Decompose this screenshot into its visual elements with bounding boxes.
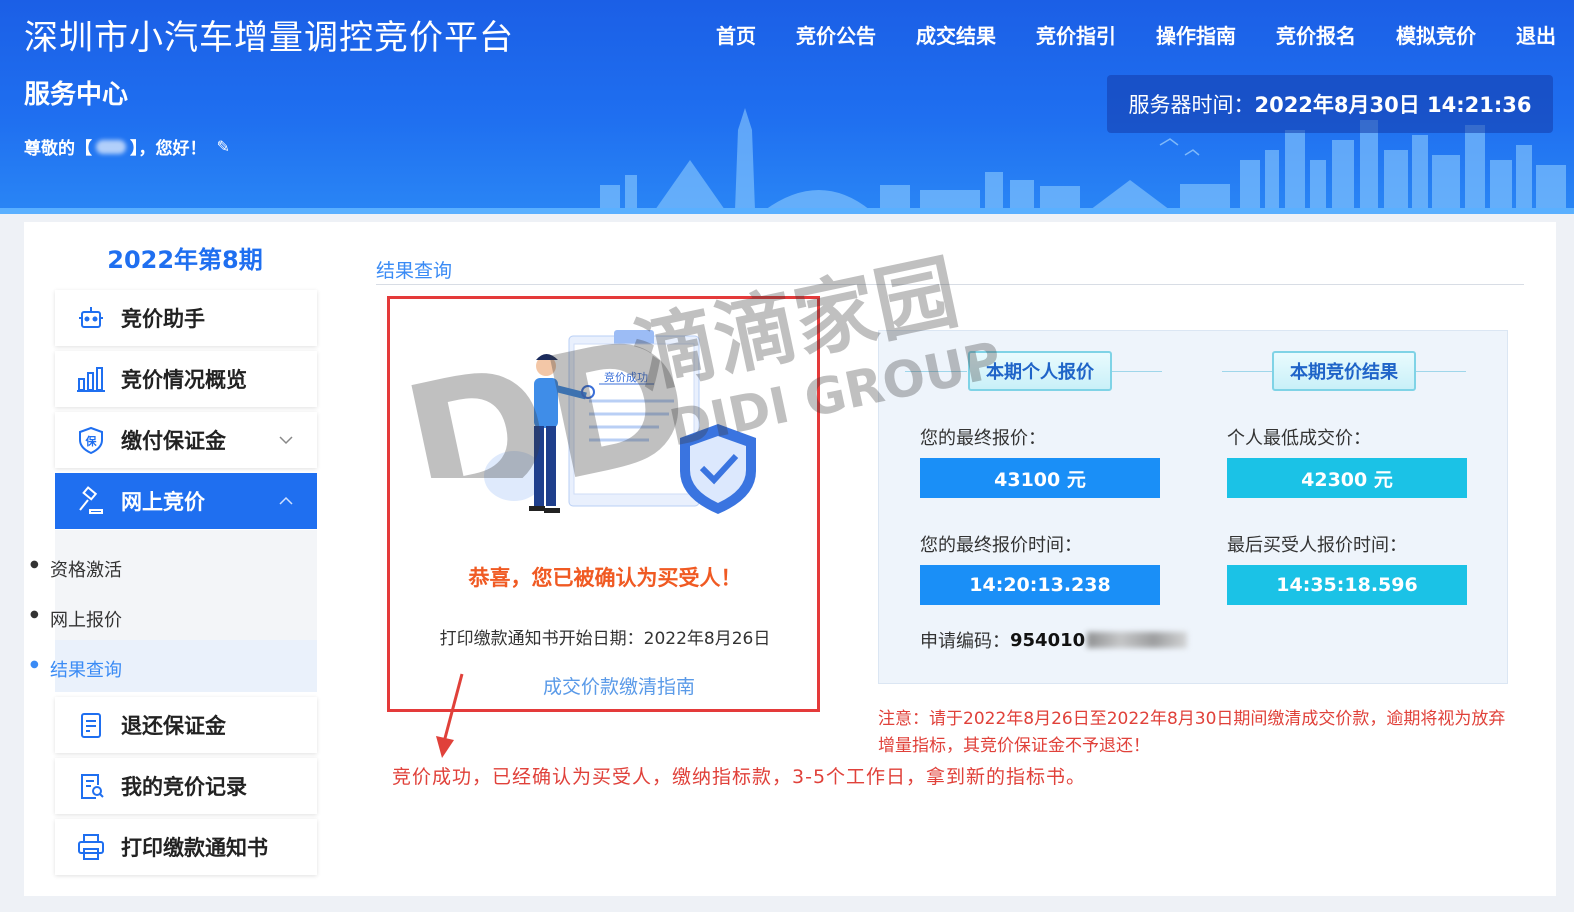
nav-bid-guide[interactable]: 竞价指引: [1036, 20, 1116, 49]
document-return-icon: [75, 709, 107, 741]
illustration-label: 竞价成功: [604, 370, 648, 384]
final-bid-time-value: 14:20:13.238: [920, 565, 1160, 605]
service-center-title: 服务中心: [24, 80, 129, 110]
application-code-label: 申请编码：: [920, 631, 1010, 652]
print-notice-start-date: 打印缴款通知书开始日期：2022年8月26日: [439, 629, 771, 649]
tag-line-left-2: [1222, 371, 1272, 372]
sidebar-item-online-bid[interactable]: 网上竞价: [55, 473, 317, 529]
submenu-item-result-query[interactable]: 结果查询: [30, 656, 122, 682]
sidebar-label: 缴付保证金: [121, 429, 226, 453]
site-title: 深圳市小汽车增量调控竞价平台: [24, 18, 514, 58]
sidebar-item-bid-assistant[interactable]: 竞价助手: [55, 290, 317, 346]
tag-line-right-1: [1112, 371, 1162, 372]
bid-result-tag: 本期竞价结果: [1272, 351, 1416, 391]
sidebar-item-my-bid-records[interactable]: 我的竞价记录: [55, 758, 317, 814]
chevron-up-icon[interactable]: [277, 491, 295, 515]
personal-bid-tag: 本期个人报价: [968, 351, 1112, 391]
header-banner: 深圳市小汽车增量调控竞价平台 服务中心 尊敬的【 】，您好！ ✎ 首页 竞价公告…: [0, 0, 1574, 214]
last-buyer-time-value: 14:35:18.596: [1227, 565, 1467, 605]
sidebar-label: 退还保证金: [121, 714, 226, 738]
min-deal-price-label: 个人最低成交价：: [1227, 428, 1371, 449]
final-bid-value: 43100 元: [920, 458, 1160, 498]
printer-icon: [75, 831, 107, 863]
bar-chart-icon: [75, 363, 107, 395]
sidebar-label: 我的竞价记录: [121, 775, 247, 799]
application-code-value: 954010: [1010, 629, 1086, 651]
min-deal-price-value: 42300 元: [1227, 458, 1467, 498]
sidebar-item-print-payment-notice[interactable]: 打印缴款通知书: [55, 819, 317, 875]
edit-icon[interactable]: ✎: [217, 137, 230, 156]
sidebar-label: 竞价情况概览: [121, 368, 247, 392]
final-bid-time-label: 您的最终报价时间：: [920, 535, 1082, 556]
nav-simulated-bid[interactable]: 模拟竞价: [1396, 20, 1476, 49]
tag-line-left-1: [905, 371, 967, 372]
svg-text:保: 保: [85, 434, 98, 448]
header-bottom-line: [0, 208, 1574, 214]
blurred-code-digits: [1087, 632, 1188, 648]
payment-deadline-notice: 注意：请于2022年8月26日至2022年8月30日期间缴清成交价款，逾期将视为…: [878, 709, 1506, 756]
server-time-label: 服务器时间：: [1128, 93, 1255, 117]
blurred-user-name: [96, 139, 126, 154]
annotation-arrow-icon: [436, 673, 464, 758]
application-code: 申请编码： 954010: [920, 627, 1188, 653]
greeting-prefix: 尊敬的【: [24, 139, 92, 159]
period-title: 2022年第8期: [107, 246, 263, 274]
server-time-value: 2022年8月30日 14:21:36: [1254, 93, 1532, 117]
last-buyer-time-label: 最后买受人报价时间：: [1227, 535, 1407, 556]
user-greeting: 尊敬的【 】，您好！ ✎: [24, 134, 230, 159]
sidebar-label: 网上竞价: [121, 490, 205, 514]
nav-operation-guide[interactable]: 操作指南: [1156, 20, 1236, 49]
record-search-icon: [75, 770, 107, 802]
tag-line-right-2: [1416, 371, 1466, 372]
sidebar-label: 竞价助手: [121, 307, 205, 331]
nav-bid-registration[interactable]: 竞价报名: [1276, 20, 1356, 49]
section-divider: [376, 284, 1524, 285]
top-navigation: 首页 竞价公告 成交结果 竞价指引 操作指南 竞价报名 模拟竞价 退出: [716, 20, 1556, 49]
congrats-message: 恭喜，您已被确认为买受人！: [468, 566, 742, 590]
submenu-item-online-quote[interactable]: 网上报价: [30, 606, 122, 632]
sidebar-item-refund-deposit[interactable]: 退还保证金: [55, 697, 317, 753]
sidebar-item-bid-overview[interactable]: 竞价情况概览: [55, 351, 317, 407]
sidebar-label: 打印缴款通知书: [121, 836, 268, 860]
nav-deal-results[interactable]: 成交结果: [916, 20, 996, 49]
submenu-item-qualification-activation[interactable]: 资格激活: [30, 556, 122, 582]
nav-home[interactable]: 首页: [716, 20, 756, 49]
server-time: 服务器时间： 2022年8月30日 14:21:36: [1107, 75, 1553, 133]
nav-announcement[interactable]: 竞价公告: [796, 20, 876, 49]
robot-icon: [75, 302, 107, 334]
greeting-suffix: 】，您好！: [130, 139, 207, 159]
chevron-down-icon[interactable]: [277, 430, 295, 454]
final-bid-label: 您的最终报价：: [920, 428, 1046, 449]
nav-logout[interactable]: 退出: [1516, 20, 1556, 49]
gavel-icon: [75, 485, 107, 517]
sidebar-item-pay-deposit[interactable]: 保 缴付保证金: [55, 412, 317, 468]
shield-bao-icon: 保: [75, 424, 107, 456]
bid-success-illustration: 竞价成功: [484, 330, 756, 514]
annotation-text: 竞价成功，已经确认为买受人，缴纳指标款，3-5个工作日，拿到新的指标书。: [392, 766, 1087, 788]
section-title: 结果查询: [376, 260, 453, 282]
